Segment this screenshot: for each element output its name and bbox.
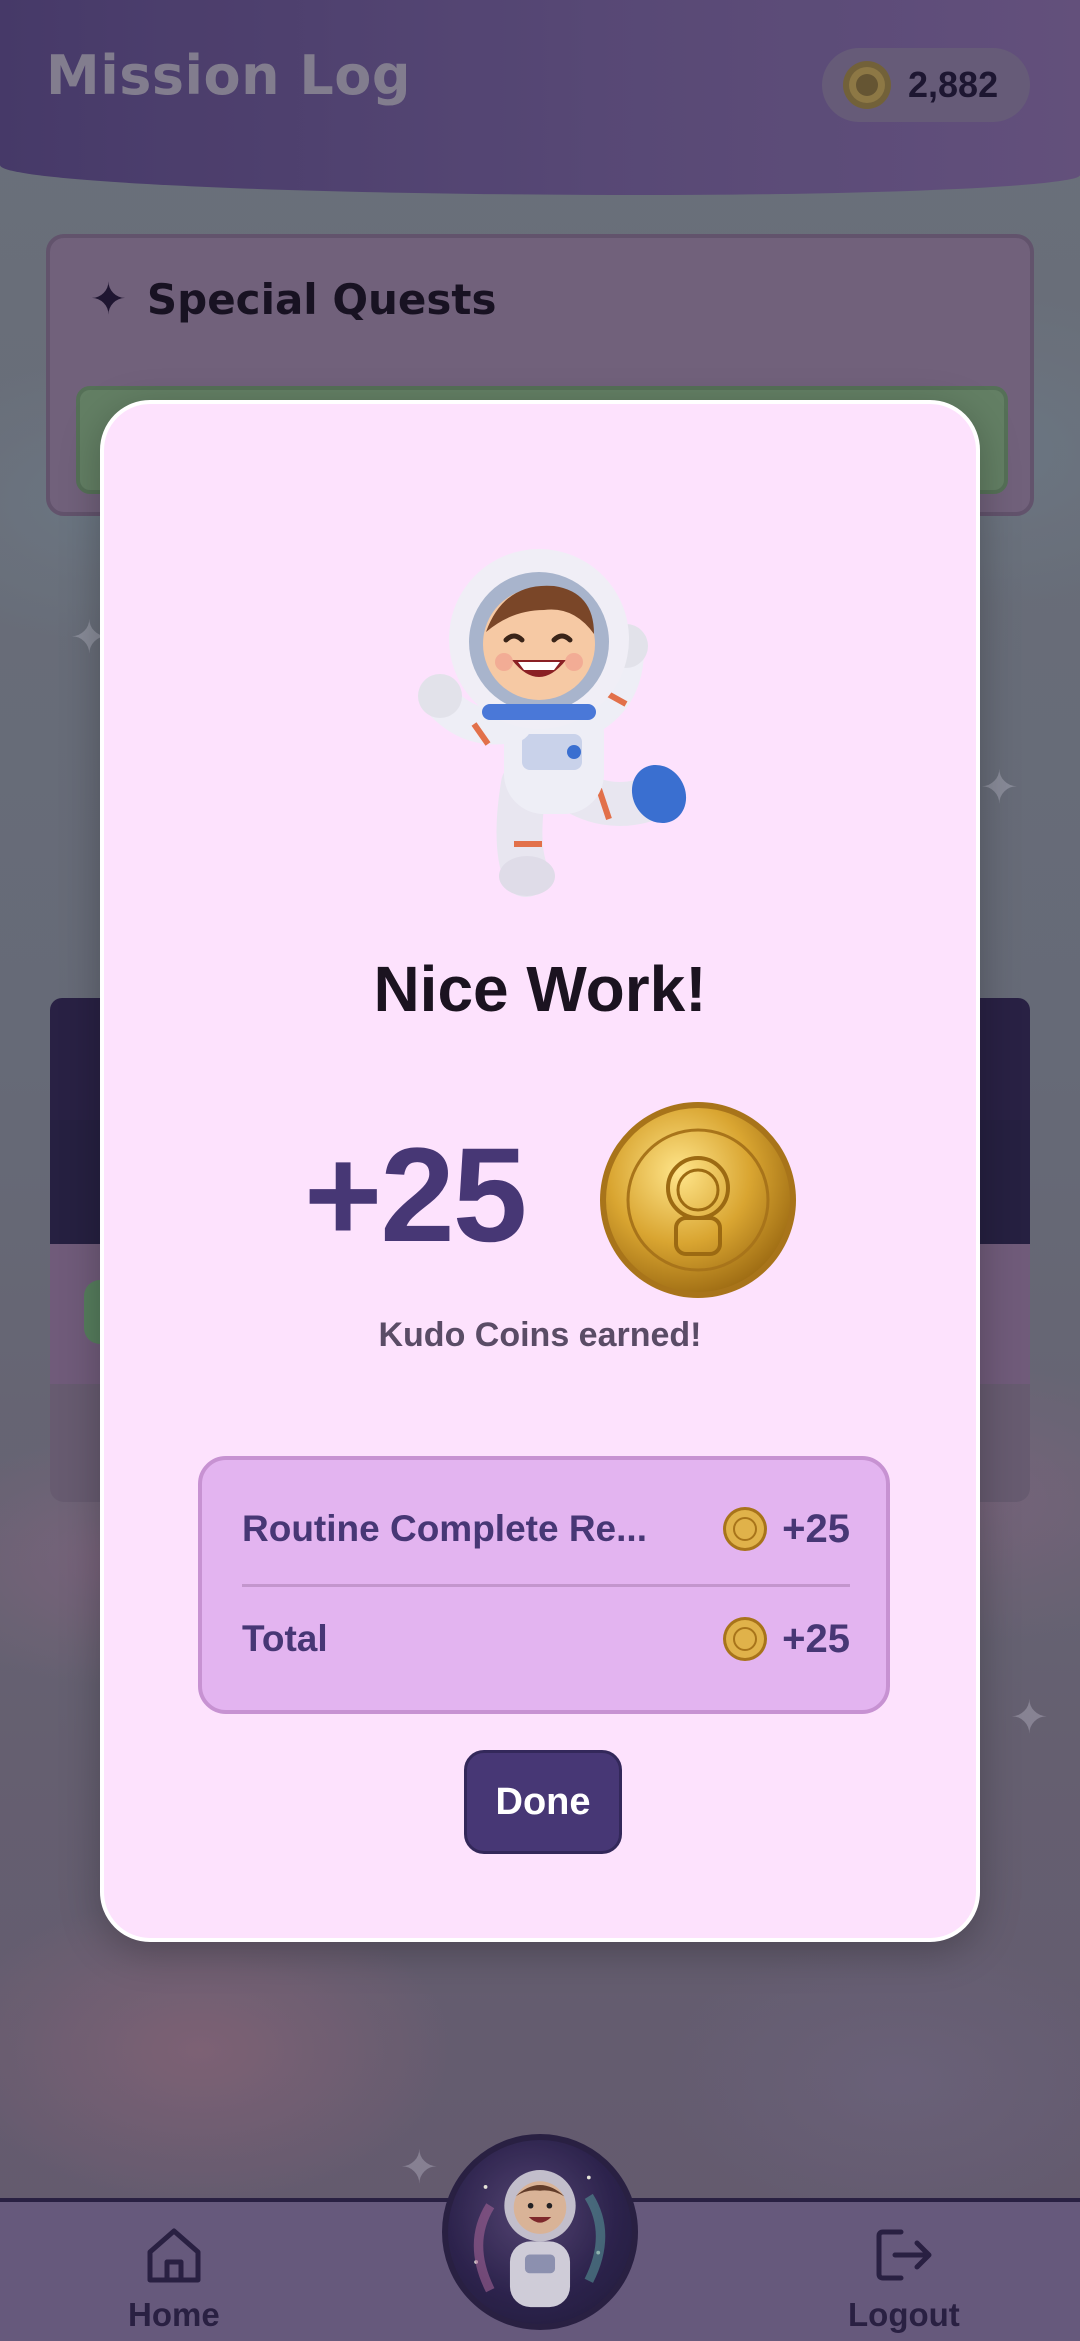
astronaut-icon: [418, 549, 687, 897]
coin-icon: [723, 1507, 768, 1551]
breakdown-label: Routine Complete Re...: [242, 1508, 647, 1549]
reward-amount: +25: [304, 1121, 527, 1270]
breakdown-value: +25: [782, 1506, 850, 1551]
breakdown-total-label: Total: [242, 1618, 328, 1659]
breakdown-total-value: +25: [782, 1616, 850, 1661]
reward-modal: Nice Work! +25 Kudo Coins earned! Routin…: [100, 400, 980, 1942]
reward-breakdown: Routine Complete Re... +25 Total +25: [198, 1456, 890, 1714]
breakdown-divider: [242, 1584, 850, 1587]
modal-title: Nice Work!: [373, 953, 707, 1025]
reward-subtitle: Kudo Coins earned!: [378, 1316, 702, 1354]
kudo-coin-icon: [600, 1102, 796, 1298]
astronaut-illustration: [404, 544, 694, 904]
breakdown-row: Routine Complete Re... +25: [242, 1484, 850, 1574]
breakdown-total-row: Total +25: [242, 1594, 850, 1684]
done-button[interactable]: Done: [464, 1750, 622, 1854]
coin-icon: [723, 1617, 768, 1661]
